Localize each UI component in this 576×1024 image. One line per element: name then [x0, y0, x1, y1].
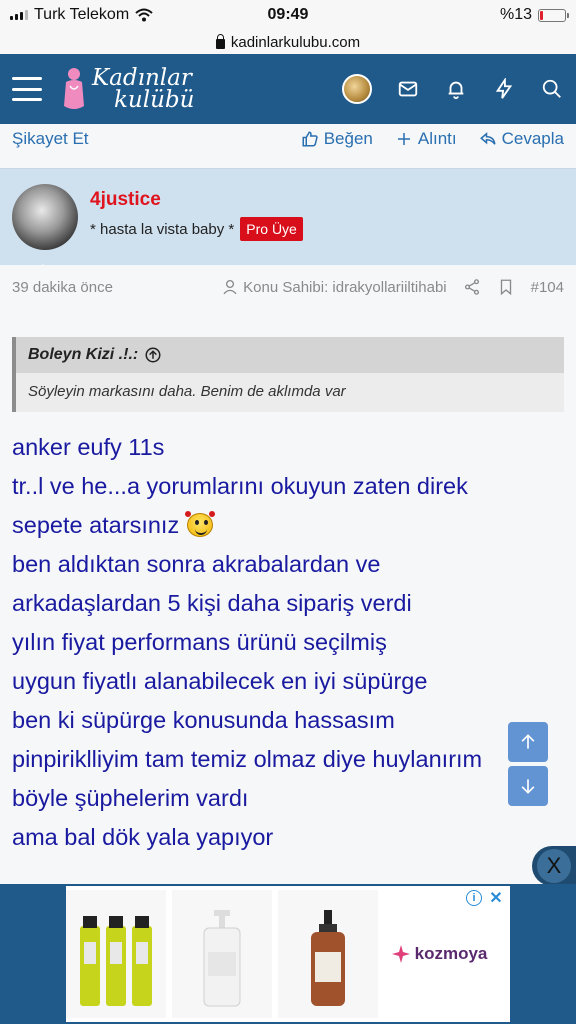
smiley-icon	[183, 511, 216, 537]
quote-label: Alıntı	[417, 129, 457, 148]
content-line-text: sepete atarsınız	[12, 512, 180, 538]
share-icon[interactable]	[463, 278, 481, 296]
ad-info-icon[interactable]: i	[466, 890, 482, 906]
content-line: arkadaşlardan 5 kişi daha sipariş verdi	[12, 590, 412, 616]
quote-button[interactable]: Alıntı	[395, 129, 457, 149]
quote-text: Söyleyin markasını daha. Benim de aklımd…	[28, 383, 346, 400]
pump-bottle-icon	[203, 910, 241, 1007]
menu-icon[interactable]	[12, 77, 42, 101]
post-content: anker eufy 11s tr..l ve he...a yorumları…	[0, 412, 576, 857]
brand-star-icon	[391, 945, 410, 963]
battery-percent: %13	[499, 6, 532, 23]
logo-line-2: kulübü	[114, 87, 195, 113]
thread-starter-label: Konu Sahibi: idrakyollariiltihabi	[243, 278, 447, 296]
scroll-up-button[interactable]	[508, 722, 548, 762]
ad-product-image[interactable]	[66, 890, 166, 1018]
ad-brand-logo[interactable]: kozmoya	[384, 890, 494, 1018]
arrow-down-icon	[521, 779, 535, 794]
url-text: kadinlarkulubu.com	[230, 33, 361, 51]
status-bar: Turk Telekom 09:49 %13	[0, 0, 576, 30]
bookmark-icon[interactable]	[497, 278, 515, 296]
post-number[interactable]: #104	[531, 279, 564, 296]
ad-close-icon[interactable]: ✕	[488, 890, 504, 907]
page: Turk Telekom 09:49 %13 kadinlarkulubu.co…	[0, 0, 576, 1024]
like-label: Beğen	[323, 129, 373, 148]
post-meta: 39 dakika önce Konu Sahibi: idrakyollari…	[0, 265, 576, 309]
avatar[interactable]	[342, 74, 372, 104]
site-header: Kadınlar kulübü	[0, 54, 576, 124]
content-line: tr..l ve he...a yorumlarını okuyun zaten…	[12, 473, 468, 499]
logo-figure-icon	[64, 68, 84, 109]
plus-icon	[397, 133, 410, 145]
post-actions: Şikayet Et Beğen Alıntı Cevapla	[0, 124, 576, 154]
ad-content[interactable]: kozmoya i ✕	[66, 886, 510, 1022]
shampoo-bottles-icon	[80, 916, 152, 1006]
thread-starter: Konu Sahibi: idrakyollariiltihabi	[221, 278, 447, 296]
close-icon: X	[537, 849, 571, 883]
report-link[interactable]: Şikayet Et	[12, 129, 89, 149]
close-ad-button[interactable]: X	[532, 846, 576, 886]
search-icon[interactable]	[540, 77, 564, 101]
content-line: ben aldıktan sonra akrabalardan ve	[12, 551, 381, 577]
signal-icon	[10, 10, 28, 20]
content-line: uygun fiyatlı alanabilecek en iyi süpürg…	[12, 668, 428, 694]
address-bar[interactable]: kadinlarkulubu.com	[0, 30, 576, 54]
post: 4justice * hasta la vista baby * Pro Üye…	[0, 168, 576, 857]
content-line: anker eufy 11s	[12, 434, 165, 460]
user-icon	[223, 279, 237, 295]
like-button[interactable]: Beğen	[301, 129, 373, 149]
status-badge: Pro Üye	[240, 217, 303, 241]
thumbs-up-icon	[302, 131, 318, 147]
content-line: ben ki süpürge konusunda hassasım	[12, 707, 395, 733]
reply-label: Cevapla	[501, 129, 564, 148]
quote-header[interactable]: Boleyn Kizi .!.:	[16, 337, 564, 373]
user-title: * hasta la vista baby *	[90, 220, 235, 238]
reply-button[interactable]: Cevapla	[479, 129, 564, 149]
scroll-down-button[interactable]	[508, 766, 548, 806]
site-logo[interactable]: Kadınlar kulübü	[60, 66, 194, 112]
ad-product-image[interactable]	[278, 890, 378, 1018]
reply-icon	[479, 132, 496, 145]
post-time[interactable]: 39 dakika önce	[12, 279, 221, 296]
logo-line-1: Kadınlar	[92, 65, 192, 91]
lock-icon	[215, 33, 225, 49]
carrier-name: Turk Telekom	[34, 6, 130, 23]
quote-block: Boleyn Kizi .!.: Söyleyin markasını daha…	[12, 337, 564, 412]
mail-icon[interactable]	[396, 77, 420, 101]
user-avatar[interactable]	[12, 184, 78, 250]
content-line: sepete atarsınız	[12, 506, 564, 545]
ad-banner: kozmoya i ✕	[0, 884, 576, 1024]
battery-icon	[538, 8, 569, 22]
ad-product-image[interactable]	[172, 890, 272, 1018]
quote-author: Boleyn Kizi .!.:	[28, 346, 139, 363]
ad-brand-name: kozmoya	[414, 944, 488, 963]
arrow-up-icon	[521, 734, 535, 749]
bell-icon[interactable]	[444, 77, 468, 101]
post-header: 4justice * hasta la vista baby * Pro Üye	[0, 169, 576, 273]
content-line: böyle şüphelerim vardı	[12, 785, 249, 811]
content-line: pinpiriklliyim tam temiz olmaz diye huyl…	[12, 746, 483, 772]
content-line: ama bal dök yala yapıyor	[12, 824, 274, 850]
username[interactable]: 4justice	[90, 189, 303, 211]
serum-bottle-icon	[311, 910, 345, 1006]
wifi-icon	[135, 8, 153, 22]
bolt-icon[interactable]	[492, 77, 516, 101]
content-line: yılın fiyat performans ürünü seçilmiş	[12, 629, 387, 655]
arrow-up-circle-icon[interactable]	[144, 346, 162, 364]
